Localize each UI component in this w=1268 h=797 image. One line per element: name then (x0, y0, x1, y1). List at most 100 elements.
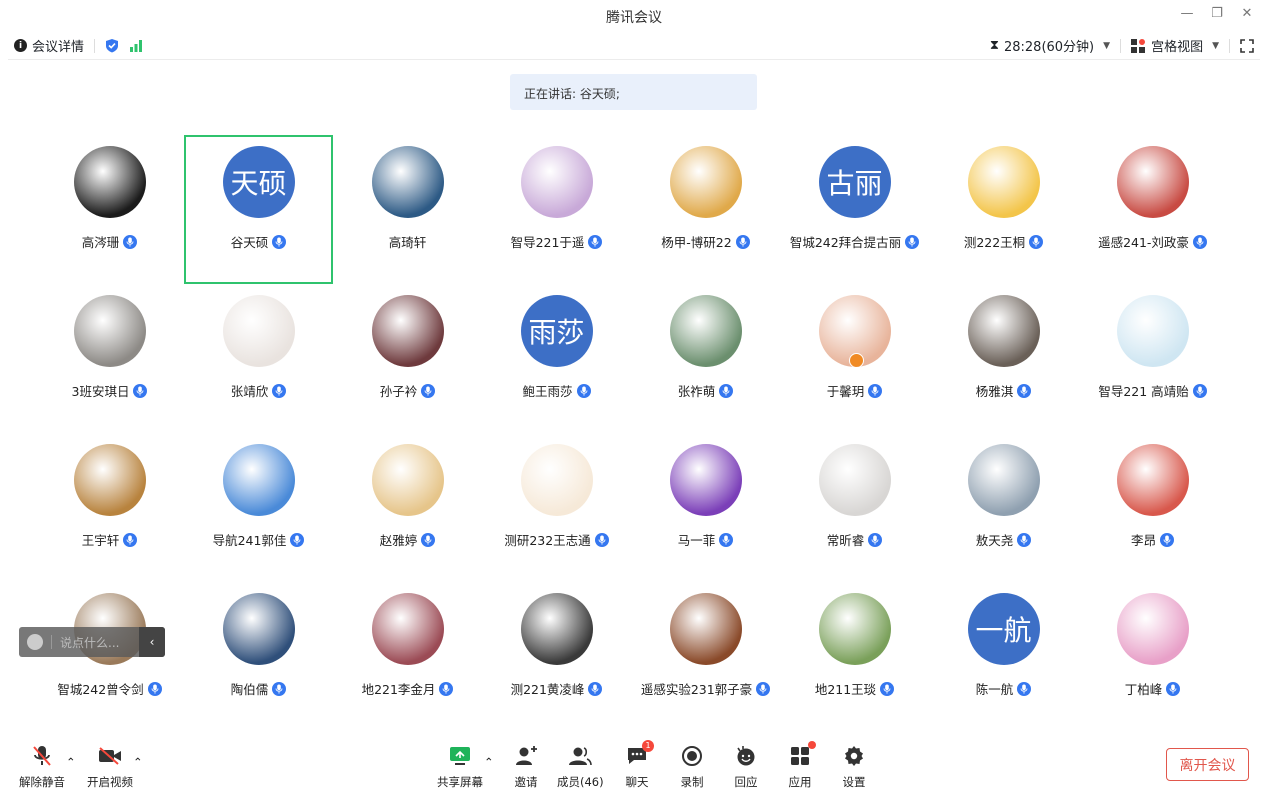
minimize-icon[interactable]: — (1180, 6, 1194, 21)
participant-tile[interactable]: 测研232王志通 (482, 433, 631, 582)
participant-tile[interactable]: 马一菲 (631, 433, 780, 582)
participant-tile[interactable]: 高琦轩 (333, 135, 482, 284)
participant-name: 智导221于遥 (510, 235, 585, 250)
mic-icon (1017, 532, 1032, 547)
participant-tile[interactable]: 智导221于遥 (482, 135, 631, 284)
avatar (222, 295, 295, 367)
collapse-icon[interactable]: ‹ (139, 627, 165, 657)
participant-tile[interactable]: 古丽 智城242拜合提古丽 (780, 135, 929, 284)
participant-tile[interactable]: 导航241郭佳 (184, 433, 333, 582)
react-button[interactable]: 回应 (733, 743, 759, 790)
mic-icon (272, 681, 287, 696)
participant-name-row: 高涔珊 (82, 232, 138, 251)
participant-tile[interactable]: 李昂 (1078, 433, 1227, 582)
signal-icon[interactable] (129, 39, 143, 52)
participant-tile[interactable]: 杨雅淇 (929, 284, 1078, 433)
participant-name: 张祚萌 (677, 384, 716, 399)
members-button[interactable]: 成员(46) (557, 743, 604, 790)
avatar (520, 444, 593, 516)
participant-tile[interactable]: 孙子衿 (333, 284, 482, 433)
participant-name: 陈一航 (975, 682, 1014, 697)
settings-button[interactable]: 设置 (841, 743, 867, 790)
participant-tile[interactable]: 地221李金月 (333, 582, 482, 731)
participant-tile[interactable]: 张祚萌 (631, 284, 780, 433)
unmute-label: 解除静音 (19, 775, 65, 789)
fullscreen-icon[interactable] (1240, 38, 1254, 53)
view-switch-button[interactable]: 宫格视图 ▼ (1131, 36, 1219, 55)
mic-icon (439, 681, 454, 696)
record-button[interactable]: 录制 (679, 743, 705, 790)
chat-button[interactable]: 1 聊天 (624, 740, 654, 790)
emoji-icon[interactable] (27, 634, 43, 650)
avatar (967, 444, 1040, 516)
participant-name-row: 张靖欣 (231, 381, 287, 400)
participant-tile[interactable]: 于馨玥 (780, 284, 929, 433)
participant-name: 遥感实验231郭子豪 (640, 682, 753, 697)
avatar (1116, 146, 1189, 218)
share-screen-button[interactable]: 共享屏幕 (437, 743, 483, 790)
restore-icon[interactable]: ❐ (1210, 6, 1224, 21)
info-icon: i (14, 39, 27, 52)
unmute-button[interactable]: 解除静音 (19, 743, 65, 790)
window-controls: — ❐ ✕ (1180, 6, 1254, 21)
mic-options-chevron-icon[interactable]: ⌃ (66, 755, 76, 769)
divider (51, 635, 52, 649)
participant-name-row: 于馨玥 (827, 381, 883, 400)
participant-tile[interactable]: 遥感241-刘政豪 (1078, 135, 1227, 284)
participant-tile[interactable]: 一航陈一航 (929, 582, 1078, 731)
close-icon[interactable]: ✕ (1240, 6, 1254, 21)
participant-tile[interactable]: 遥感实验231郭子豪 (631, 582, 780, 731)
mic-icon (421, 383, 436, 398)
participant-tile[interactable]: 天硕 谷天硕 (184, 135, 333, 284)
members-icon (567, 743, 593, 769)
participant-tile[interactable]: 常昕睿 (780, 433, 929, 582)
participant-name: 杨雅淇 (975, 384, 1014, 399)
participant-name-row: 智导221于遥 (511, 232, 603, 251)
chat-unread-badge: 1 (642, 740, 654, 752)
participant-tile[interactable]: 丁柏峰 (1078, 582, 1227, 731)
participant-name: 张靖欣 (230, 384, 269, 399)
participant-tile[interactable]: 地211王琰 (780, 582, 929, 731)
participant-tile[interactable]: 测222王桐 (929, 135, 1078, 284)
participant-tile[interactable]: 高涔珊 (35, 135, 184, 284)
participant-tile[interactable]: 测221黄凌峰 (482, 582, 631, 731)
apps-button[interactable]: 应用 (787, 741, 816, 790)
chat-input[interactable]: 说点什么... (60, 634, 139, 651)
participant-tile[interactable]: 3班安琪日 (35, 284, 184, 433)
participant-tile[interactable]: 敖天尧 (929, 433, 1078, 582)
leave-meeting-button[interactable]: 离开会议 (1166, 748, 1249, 781)
participant-tile[interactable]: 陶伯儒 (184, 582, 333, 731)
avatar (818, 444, 891, 516)
view-label: 宫格视图 (1151, 40, 1204, 55)
avatar: 一航 (967, 593, 1040, 665)
participant-name-row: 孙子衿 (380, 381, 436, 400)
chat-icon: 1 (624, 740, 654, 769)
participant-tile[interactable]: 赵雅婷 (333, 433, 482, 582)
start-video-button[interactable]: 开启视频 (87, 743, 133, 790)
avatar (669, 295, 742, 367)
meeting-timer[interactable]: ⧗ 28:28(60分钟) ▼ (990, 36, 1110, 55)
quick-chat-box[interactable]: 说点什么... ‹ (19, 627, 165, 657)
participant-tile[interactable]: 智导221 高靖贻 (1078, 284, 1227, 433)
invite-button[interactable]: 邀请 (513, 743, 539, 790)
avatar (371, 593, 444, 665)
mic-icon (272, 234, 287, 249)
shield-icon[interactable] (105, 38, 119, 53)
meeting-info-button[interactable]: i 会议详情 (14, 36, 84, 55)
avatar (73, 295, 146, 367)
share-options-chevron-icon[interactable]: ⌃ (484, 755, 494, 769)
participant-tile[interactable]: 王宇轩 (35, 433, 184, 582)
video-options-chevron-icon[interactable]: ⌃ (133, 755, 143, 769)
speaking-indicator: 正在讲话: 谷天硕; (510, 74, 757, 110)
participant-tile[interactable]: 张靖欣 (184, 284, 333, 433)
mic-icon (905, 234, 920, 249)
video-off-icon (97, 743, 123, 769)
participant-tile[interactable]: 杨甲-博研22 (631, 135, 780, 284)
participant-name: 丁柏峰 (1124, 682, 1163, 697)
participant-name: 于馨玥 (826, 384, 865, 399)
mic-icon (123, 234, 138, 249)
avatar (967, 146, 1040, 218)
participant-name-row: 杨雅淇 (976, 381, 1032, 400)
mic-icon (880, 681, 895, 696)
participant-tile[interactable]: 雨莎 鲍王雨莎 (482, 284, 631, 433)
